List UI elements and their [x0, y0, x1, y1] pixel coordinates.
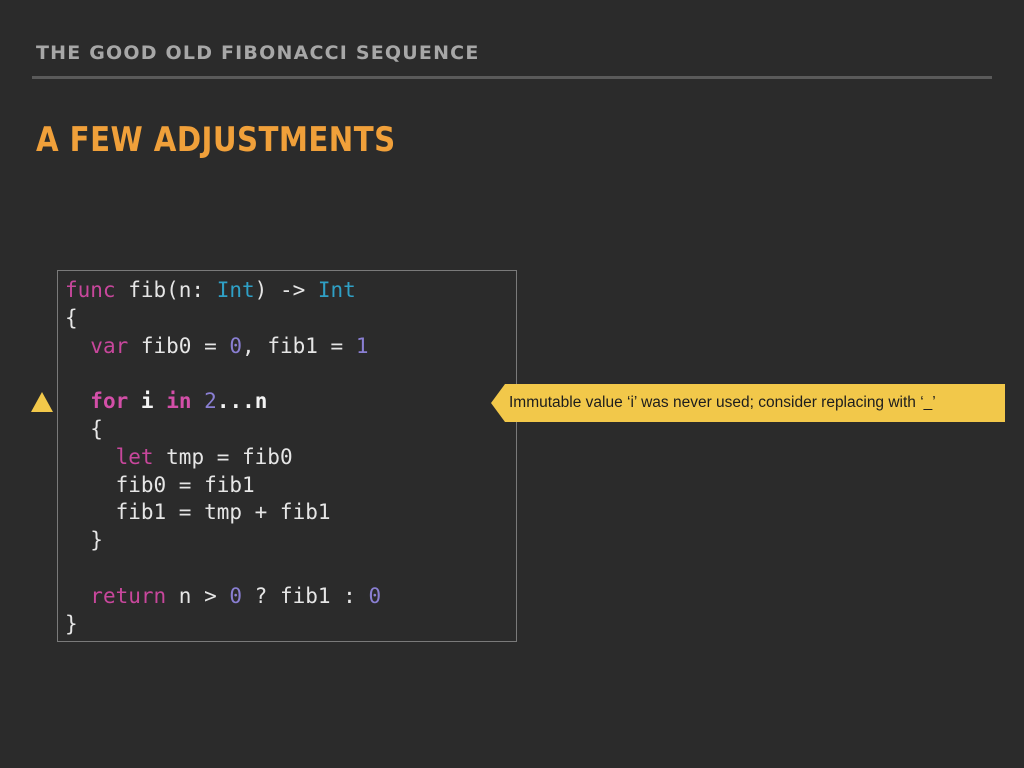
slide-title: A FEW ADJUSTMENTS [36, 120, 396, 160]
code-token: i [140, 389, 154, 414]
code-token: fib0 = [128, 333, 230, 358]
code-token: ) -> [254, 278, 318, 302]
code-token: 0 [229, 333, 243, 358]
code-token: } [65, 611, 78, 636]
code-editor[interactable]: func fib(n: Int) -> Int{ var fib0 = 0, f… [57, 270, 517, 642]
code-line: var fib0 = 0, fib1 = 1 [65, 333, 381, 361]
warning-triangle-icon[interactable] [31, 392, 53, 412]
code-block[interactable]: func fib(n: Int) -> Int{ var fib0 = 0, f… [65, 277, 381, 638]
code-token: in [166, 389, 192, 414]
slide: THE GOOD OLD FIBONACCI SEQUENCE A FEW AD… [0, 0, 1024, 768]
code-token: n [254, 389, 268, 414]
code-token: Int [216, 278, 255, 302]
warning-message-bubble[interactable]: Immutable value ‘i’ was never used; cons… [491, 384, 1005, 422]
code-token: { [65, 305, 78, 330]
code-line: { [65, 305, 381, 333]
code-token: 1 [355, 333, 369, 358]
code-token: 0 [229, 583, 243, 608]
code-token: fib1 = tmp + fib1 [65, 500, 331, 525]
code-token: , fib1 = [242, 333, 356, 358]
code-token: for [90, 389, 129, 414]
code-token: return [90, 583, 167, 608]
code-line: let tmp = fib0 [65, 444, 381, 472]
code-token: tmp = fib0 [153, 444, 293, 469]
code-token: fib0 = fib1 [65, 472, 255, 497]
code-line: fib0 = fib1 [65, 472, 381, 500]
code-token: fib(n: [115, 278, 217, 302]
code-line: } [65, 611, 381, 639]
code-token: { [65, 416, 103, 441]
code-token: } [65, 528, 103, 553]
code-line: func fib(n: Int) -> Int [65, 277, 381, 305]
code-token: let [115, 444, 154, 469]
code-token: func [65, 278, 116, 302]
code-line: { [65, 416, 381, 444]
code-line: } [65, 527, 381, 555]
code-token: ? fib1 : [242, 583, 369, 608]
code-token: ... [216, 389, 255, 414]
code-line: return n > 0 ? fib1 : 0 [65, 583, 381, 611]
code-token: var [90, 333, 129, 358]
code-line: for i in 2...n [65, 388, 381, 416]
code-token: n > [166, 583, 230, 608]
warning-message-text: Immutable value ‘i’ was never used; cons… [509, 394, 936, 411]
header-divider [32, 76, 992, 79]
code-token: 0 [368, 583, 382, 608]
code-line: fib1 = tmp + fib1 [65, 499, 381, 527]
code-token: Int [317, 278, 356, 302]
section-heading: THE GOOD OLD FIBONACCI SEQUENCE [36, 42, 480, 64]
code-token: 2 [204, 389, 217, 414]
